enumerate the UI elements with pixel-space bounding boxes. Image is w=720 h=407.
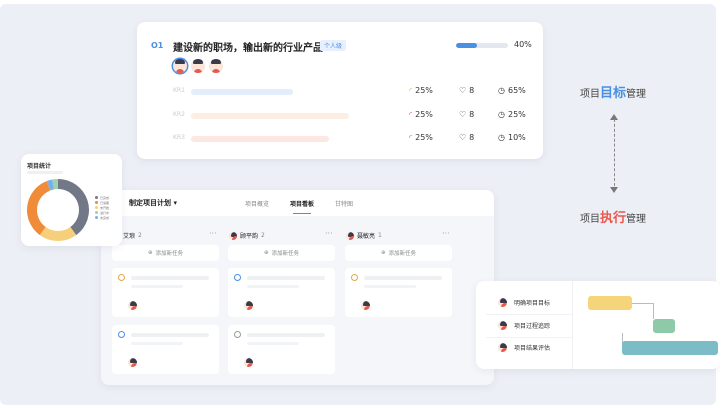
kr-completion: ◷ 65% [498, 85, 526, 95]
task-card[interactable] [228, 325, 335, 374]
avatar [361, 301, 370, 310]
plus-circle-icon: ⊕ [147, 250, 153, 256]
gantt-task-row[interactable]: 明确项目目标 [498, 298, 550, 307]
project-title-dropdown[interactable]: 制定项目计划 ▾ [129, 198, 177, 208]
avatar [498, 298, 507, 307]
gantt-card: 明确项目目标 项目过程追踪 项目结果评估 [476, 281, 720, 369]
kr-likes: ♡ 8 [459, 85, 475, 95]
avatar [346, 231, 354, 240]
kr-bar [191, 89, 293, 95]
column-header: 艾琅 2 [123, 232, 142, 240]
avatar [244, 358, 253, 367]
dashed-connector [614, 119, 615, 191]
donut-slice-3 [46, 179, 55, 191]
status-circle-icon[interactable] [234, 274, 241, 281]
tab-overview[interactable]: 项目概览 [245, 199, 269, 208]
kr-progress: ◜ 25% [409, 85, 433, 95]
gantt-bar[interactable] [588, 296, 632, 310]
avatar [128, 301, 137, 310]
goal-management-label: 项目目标管理 [580, 86, 647, 101]
tab-gantt[interactable]: 甘特图 [335, 199, 353, 208]
objective-progress-value: 40% [514, 40, 532, 49]
gantt-task-row[interactable]: 项目过程追踪 [498, 321, 550, 330]
okr-card: O1 建设新的职场，输出新的行业产品 个人级 40% KR1 ◜ 25% ♡ 8 ◷… [137, 22, 543, 159]
gantt-bar[interactable] [653, 319, 675, 333]
task-card[interactable] [112, 325, 219, 374]
add-task-button[interactable]: ⊕ 添加新任务 [228, 245, 335, 261]
kr-row-3[interactable]: KR3 ◜ 25% ♡ 8 ◷ 10% [173, 133, 533, 145]
status-circle-icon[interactable] [118, 331, 125, 338]
kr-label: KR1 [173, 87, 185, 94]
kr-row-1[interactable]: KR1 ◜ 25% ♡ 8 ◷ 65% [173, 86, 533, 98]
kr-progress: ◜ 25% [409, 132, 433, 142]
avatar [244, 301, 253, 310]
avatar [498, 321, 507, 330]
heart-icon[interactable]: ♡ [459, 110, 466, 119]
clock-icon: ◷ [498, 132, 505, 142]
avatar[interactable] [209, 59, 223, 73]
objective-members [173, 59, 223, 73]
objective-tag: O1 [151, 41, 164, 50]
kr-likes: ♡ 8 [459, 132, 475, 142]
project-stats-card: 项目统计 已完成 已逾期 未开始 进行中 未完成 [21, 154, 122, 246]
progress-ring-icon: ◜ [409, 85, 413, 95]
gantt-task-row[interactable]: 项目结果评估 [498, 343, 550, 352]
caret-down-icon: ▾ [173, 199, 177, 207]
tab-kanban[interactable]: 项目看板 [290, 199, 314, 214]
plus-circle-icon: ⊕ [380, 250, 386, 256]
status-circle-icon[interactable] [351, 274, 358, 281]
kr-label: KR2 [173, 111, 185, 118]
legend-item: 未完成 [95, 215, 109, 220]
heart-icon[interactable]: ♡ [459, 133, 466, 142]
board-header: 制定项目计划 ▾ 项目概览 项目看板 甘特图 [101, 190, 494, 216]
donut-slice-1 [39, 226, 77, 241]
kr-bar [191, 113, 349, 119]
task-card[interactable] [228, 268, 335, 317]
objective-progress-fill [456, 43, 477, 48]
column-header: 顾平韵 2 [229, 231, 265, 240]
avatar[interactable] [173, 59, 187, 73]
plus-circle-icon: ⊕ [263, 250, 269, 256]
arrow-down-icon [610, 187, 618, 193]
clock-icon: ◷ [498, 85, 505, 95]
kr-completion: ◷ 25% [498, 109, 526, 119]
more-icon[interactable]: ··· [325, 229, 333, 238]
kr-progress: ◜ 25% [409, 109, 433, 119]
kr-completion: ◷ 10% [498, 132, 526, 142]
status-circle-icon[interactable] [118, 274, 125, 281]
kr-label: KR3 [173, 134, 185, 141]
progress-ring-icon: ◜ [409, 132, 413, 142]
avatar [229, 231, 237, 240]
more-icon[interactable]: ··· [209, 229, 217, 238]
progress-ring-icon: ◜ [409, 109, 413, 119]
add-task-button[interactable]: ⊕ 添加新任务 [112, 245, 219, 261]
kr-likes: ♡ 8 [459, 109, 475, 119]
objective-title[interactable]: 建设新的职场，输出新的行业产品 [173, 39, 323, 54]
status-circle-icon[interactable] [234, 331, 241, 338]
objective-level-badge: 个人级 [320, 40, 347, 51]
avatar [128, 358, 137, 367]
kanban-board-card: 制定项目计划 ▾ 项目概览 项目看板 甘特图 艾琅 2 ··· ⊕ 添加新任务 顾平… [101, 190, 494, 385]
donut-slice-2 [27, 181, 51, 236]
clock-icon: ◷ [498, 109, 505, 119]
execution-management-label: 项目执行管理 [580, 211, 647, 226]
task-card[interactable] [345, 268, 452, 317]
objective-progress-bar [456, 43, 508, 48]
more-icon[interactable]: ··· [442, 229, 450, 238]
heart-icon[interactable]: ♡ [459, 86, 466, 95]
kr-row-2[interactable]: KR2 ◜ 25% ♡ 8 ◷ 25% [173, 110, 533, 122]
gantt-bar[interactable] [622, 341, 718, 355]
add-task-button[interactable]: ⊕ 添加新任务 [345, 245, 452, 261]
column-header: 聂敏亮 1 [346, 231, 382, 240]
avatar [498, 343, 507, 352]
kr-bar [191, 136, 329, 142]
task-card[interactable] [112, 268, 219, 317]
chart-legend: 已完成 已逾期 未开始 进行中 未完成 [95, 195, 109, 220]
avatar[interactable] [191, 59, 205, 73]
donut-slice-0 [57, 179, 89, 236]
